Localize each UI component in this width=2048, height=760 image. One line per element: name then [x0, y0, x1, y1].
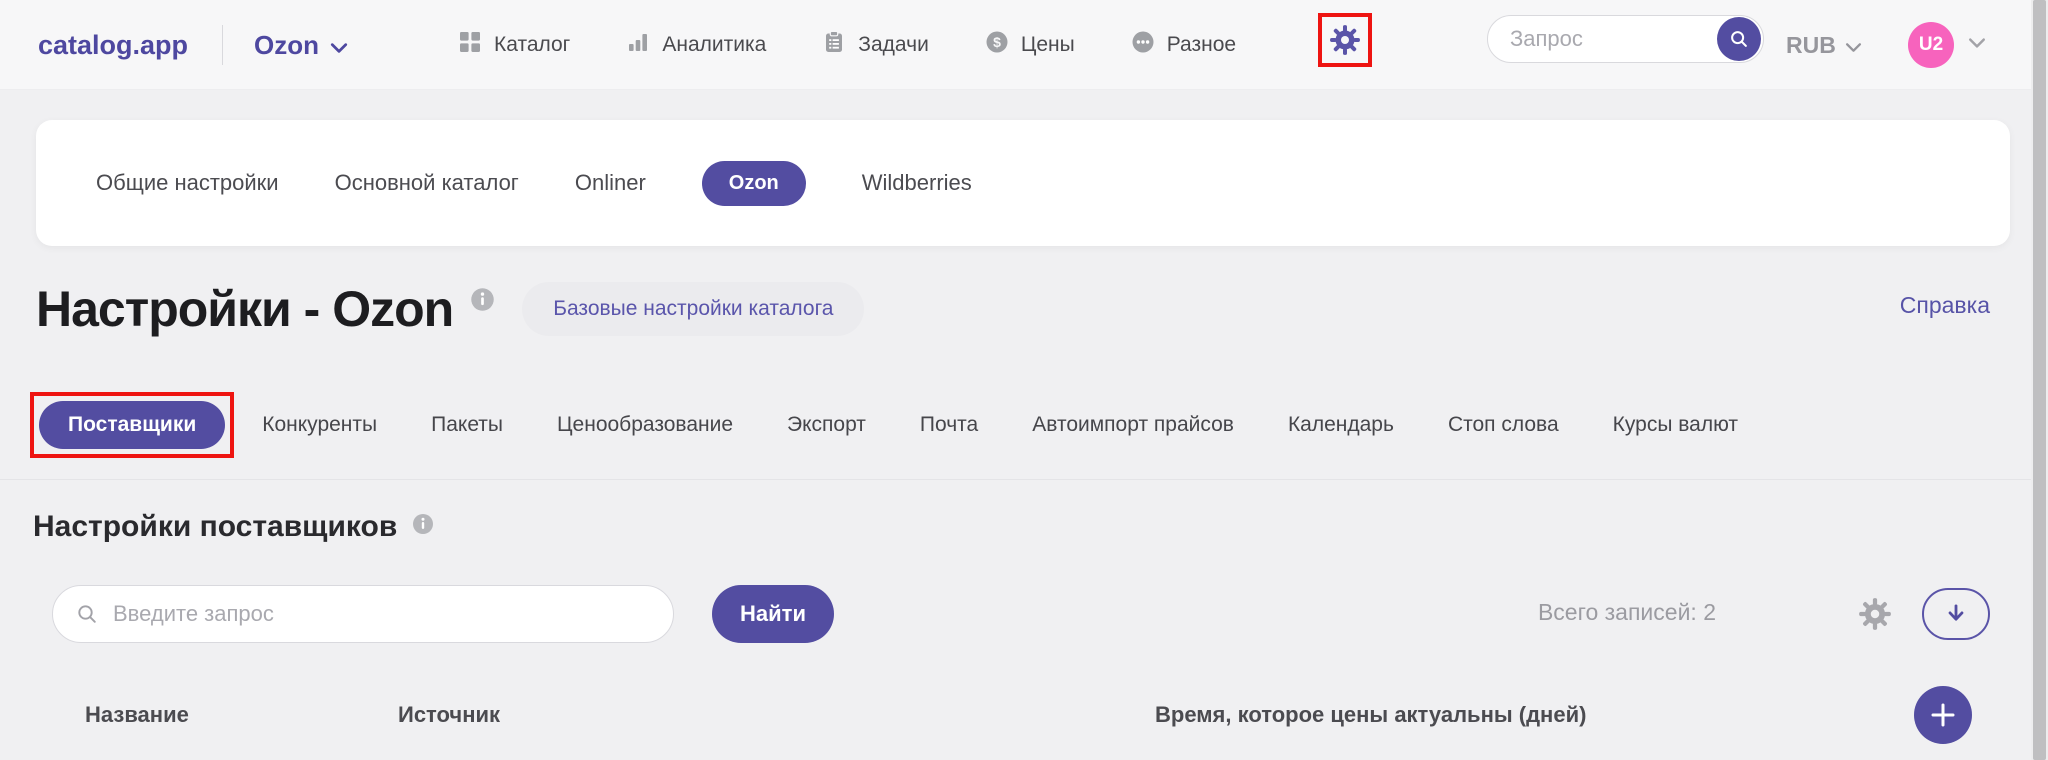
global-search-input[interactable] [1510, 26, 1680, 52]
divider [0, 479, 2031, 480]
tab-onliner[interactable]: Onliner [575, 170, 646, 196]
nav-item-label: Цены [1021, 33, 1075, 57]
page-header: Настройки - Ozon Базовые настройки катал… [36, 280, 864, 338]
divider [222, 25, 223, 65]
nav-item-misc[interactable]: Разное [1131, 30, 1236, 60]
search-icon [75, 602, 99, 626]
suppliers-search [52, 585, 674, 643]
settings-tabs: Поставщики Конкуренты Пакеты Ценообразов… [30, 392, 1738, 458]
records-total: Всего записей: 2 [1538, 599, 1716, 626]
tab-stopwords[interactable]: Стоп слова [1448, 413, 1559, 437]
plus-icon [1928, 700, 1958, 730]
tab-main-catalog[interactable]: Основной каталог [335, 170, 519, 196]
scrollbar-thumb[interactable] [2033, 0, 2046, 760]
search-button[interactable] [1717, 17, 1761, 61]
workspace-dropdown[interactable]: Ozon [254, 0, 348, 90]
workspace-label: Ozon [254, 30, 319, 61]
suppliers-section-header: Настройки поставщиков [33, 510, 435, 544]
tab-ozon[interactable]: Ozon [702, 161, 806, 206]
tab-export[interactable]: Экспорт [787, 413, 866, 437]
suppliers-highlight-box: Поставщики [30, 392, 234, 458]
main-navigation: Каталог Аналитика Задачи $ Цены [458, 0, 1236, 90]
gear-icon[interactable] [1329, 24, 1361, 56]
marketplace-tabs-card: Общие настройки Основной каталог Onliner… [36, 120, 2010, 246]
grid-icon [458, 30, 482, 60]
tasks-icon [822, 30, 846, 60]
section-title: Настройки поставщиков [33, 510, 397, 544]
catalog-settings-badge[interactable]: Базовые настройки каталога [522, 282, 864, 336]
suppliers-search-input[interactable] [113, 601, 593, 627]
tab-general-settings[interactable]: Общие настройки [96, 170, 279, 196]
scrollbar-track[interactable] [2031, 0, 2048, 760]
app-window: catalog.app Ozon Каталог Аналитика [0, 0, 2048, 760]
tab-packages[interactable]: Пакеты [431, 413, 503, 437]
download-button[interactable] [1922, 588, 1990, 640]
column-header-name[interactable]: Название [85, 702, 189, 728]
nav-item-label: Каталог [494, 33, 570, 57]
help-link[interactable]: Справка [1900, 292, 1990, 319]
chevron-down-icon [1968, 36, 1986, 54]
tab-currencies[interactable]: Курсы валют [1613, 413, 1738, 437]
settings-highlight-box [1318, 13, 1372, 67]
info-icon[interactable] [411, 512, 435, 536]
info-icon[interactable] [469, 286, 496, 313]
chevron-down-icon [330, 30, 348, 61]
currency-label: RUB [1786, 32, 1836, 59]
ellipsis-icon [1131, 30, 1155, 60]
find-button[interactable]: Найти [712, 585, 834, 643]
column-header-price-freshness[interactable]: Время, которое цены актуальны (дней) [1155, 702, 1586, 728]
tab-calendar[interactable]: Календарь [1288, 413, 1394, 437]
column-header-source[interactable]: Источник [398, 702, 500, 728]
nav-item-analytics[interactable]: Аналитика [626, 30, 766, 60]
nav-item-catalog[interactable]: Каталог [458, 30, 570, 60]
svg-text:$: $ [993, 34, 1001, 50]
nav-item-prices[interactable]: $ Цены [985, 30, 1075, 60]
bar-chart-icon [626, 30, 650, 60]
page-title: Настройки - Ozon [36, 280, 453, 338]
nav-item-label: Задачи [858, 33, 929, 57]
add-supplier-button[interactable] [1914, 686, 1972, 744]
tab-wildberries[interactable]: Wildberries [862, 170, 972, 196]
nav-item-label: Аналитика [662, 33, 766, 57]
tab-autoimport[interactable]: Автоимпорт прайсов [1032, 413, 1234, 437]
tab-pricing[interactable]: Ценообразование [557, 413, 733, 437]
nav-item-tasks[interactable]: Задачи [822, 30, 929, 60]
global-search [1487, 15, 1764, 63]
tab-competitors[interactable]: Конкуренты [262, 413, 377, 437]
avatar: U2 [1908, 22, 1954, 68]
currency-dropdown[interactable]: RUB [1786, 0, 1862, 90]
chevron-down-icon [1845, 32, 1862, 59]
top-navbar: catalog.app Ozon Каталог Аналитика [0, 0, 2048, 90]
user-menu[interactable]: U2 [1908, 0, 1986, 90]
search-icon [1728, 28, 1750, 50]
app-logo[interactable]: catalog.app [38, 0, 188, 90]
dollar-icon: $ [985, 30, 1009, 60]
nav-item-label: Разное [1167, 33, 1236, 57]
download-arrow-icon [1943, 601, 1969, 627]
tab-suppliers[interactable]: Поставщики [39, 401, 225, 449]
gear-icon[interactable] [1858, 597, 1892, 631]
tab-mail[interactable]: Почта [920, 413, 978, 437]
